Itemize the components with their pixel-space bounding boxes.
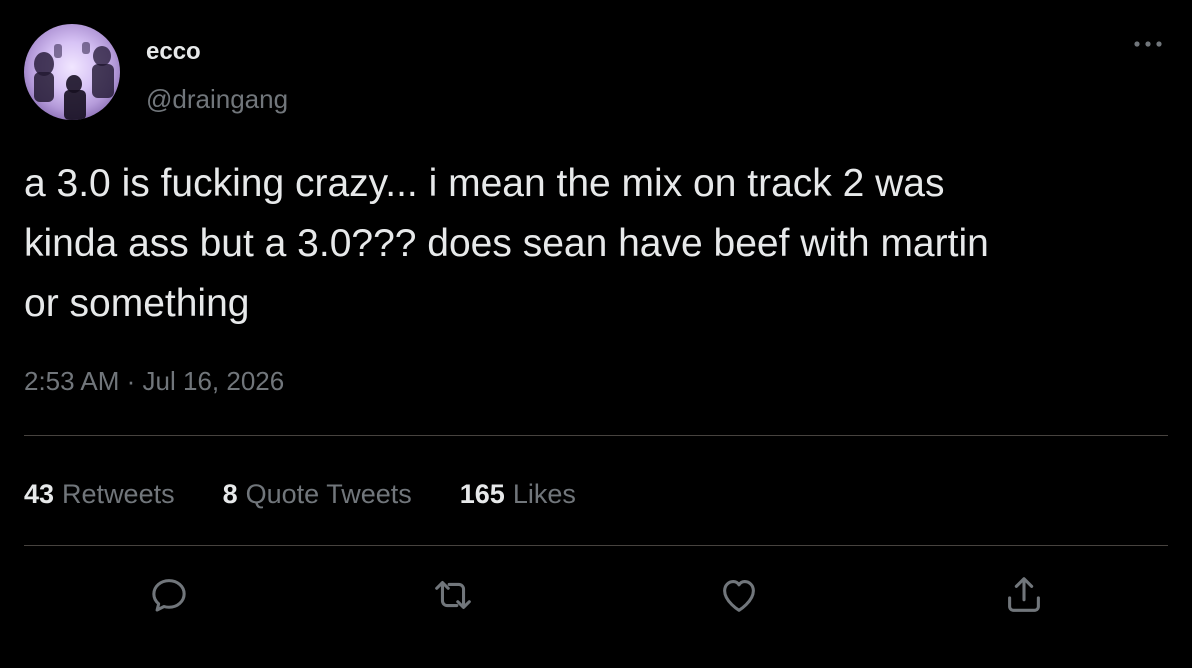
share-icon	[1008, 577, 1040, 612]
quote-tweets-count: 8	[222, 478, 238, 509]
retweet-button[interactable]	[430, 572, 476, 618]
retweets-stat[interactable]: 43 Retweets	[24, 479, 175, 510]
likes-label: Likes	[512, 478, 576, 509]
tweet-text: a 3.0 is fucking crazy... i mean the mix…	[24, 162, 989, 325]
avatar-photo-icon	[34, 42, 114, 120]
quote-tweets-stat[interactable]: 8 Quote Tweets	[223, 479, 412, 510]
reply-button[interactable]	[146, 572, 192, 618]
engagement-stats: 43 Retweets 8 Quote Tweets 165 Likes	[24, 474, 624, 514]
divider-top	[24, 435, 1168, 436]
reply-icon	[152, 579, 186, 612]
tweet-timestamp[interactable]: 2:53 AM · Jul 16, 2026	[24, 366, 284, 397]
tweet-date: Jul 16, 2026	[142, 366, 285, 396]
more-icon	[1134, 41, 1162, 47]
likes-count: 165	[459, 478, 505, 509]
like-button[interactable]	[716, 572, 762, 618]
meta-separator: ·	[126, 366, 136, 396]
more-options-button[interactable]	[1128, 30, 1168, 58]
retweets-label: Retweets	[62, 478, 175, 509]
retweet-icon	[435, 581, 471, 609]
divider-bottom	[24, 545, 1168, 546]
likes-stat[interactable]: 165 Likes	[460, 479, 576, 510]
display-name[interactable]: ecco	[146, 38, 201, 66]
avatar[interactable]	[24, 24, 120, 120]
tweet-time: 2:53 AM	[24, 366, 120, 396]
tweet-detail: ecco @draingang a 3.0 is fucking crazy..…	[0, 0, 1192, 668]
retweets-count: 43	[24, 478, 55, 509]
quote-tweets-label: Quote Tweets	[245, 478, 412, 509]
heart-icon	[723, 580, 755, 612]
user-handle[interactable]: @draingang	[146, 84, 288, 115]
share-button[interactable]	[1001, 572, 1047, 618]
